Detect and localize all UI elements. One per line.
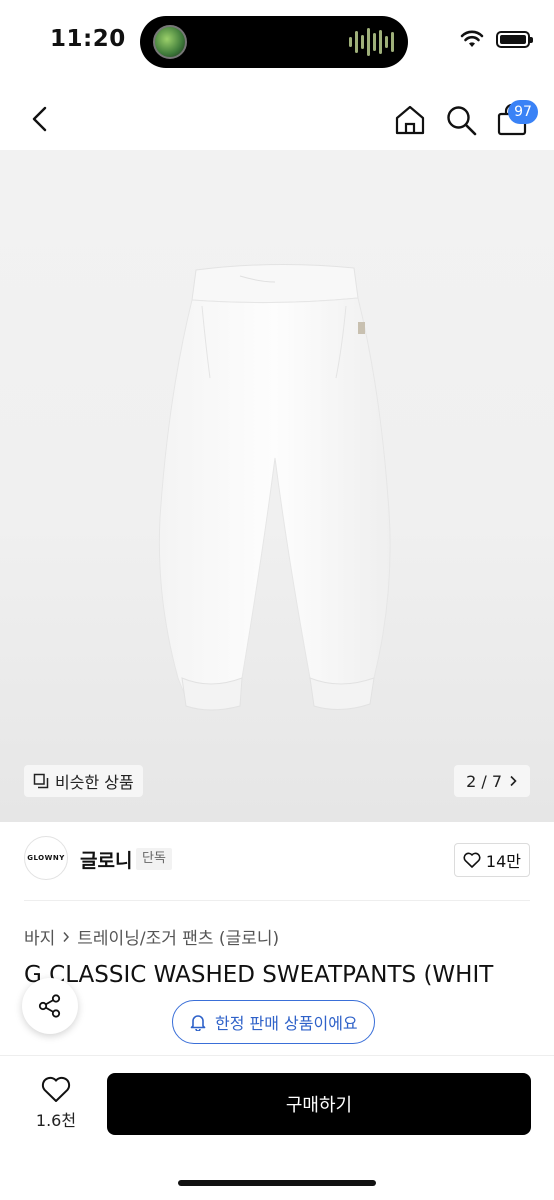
home-indicator: [178, 1180, 376, 1186]
dynamic-island[interactable]: [140, 16, 408, 68]
battery-icon: [496, 30, 533, 48]
copy-icon: [33, 773, 49, 789]
breadcrumb-category[interactable]: 바지: [24, 924, 55, 949]
limited-sale-notice[interactable]: 한정 판매 상품이에요: [172, 1000, 375, 1044]
product-image-carousel[interactable]: 비슷한 상품 2 / 7: [0, 150, 554, 822]
share-button[interactable]: [22, 978, 78, 1034]
now-playing-artwork: [153, 25, 187, 59]
bell-icon: [190, 1015, 206, 1031]
cart-count-badge: 97: [508, 100, 538, 124]
brand-logo-text: GLOWNY: [27, 854, 65, 862]
share-icon: [38, 994, 61, 1018]
limited-sale-label: 한정 판매 상품이에요: [215, 1014, 358, 1033]
heart-icon: [463, 852, 481, 868]
chevron-right-icon: [510, 775, 517, 787]
buy-button[interactable]: 구매하기: [107, 1073, 531, 1135]
similar-products-label: 비슷한 상품: [55, 773, 134, 792]
search-icon[interactable]: [443, 102, 479, 138]
wifi-icon: [460, 30, 484, 47]
brand-like-count: 14만: [485, 852, 521, 871]
product-title: G CLASSIC WASHED SWEATPANTS (WHIT: [24, 962, 494, 988]
wishlist-count: 1.6천: [35, 1111, 77, 1130]
audio-waveform-icon: [349, 27, 394, 57]
chevron-right-icon: [63, 931, 70, 942]
wishlist-button[interactable]: 1.6천: [24, 1076, 88, 1131]
brand-like-button[interactable]: 14만: [453, 843, 530, 877]
home-icon[interactable]: [392, 102, 428, 138]
similar-products-button[interactable]: 비슷한 상품: [24, 765, 143, 797]
brand-logo[interactable]: GLOWNY: [24, 836, 68, 880]
breadcrumb-subcategory[interactable]: 트레이닝/조거 팬츠 (글로니): [77, 924, 279, 949]
page-indicator-text: 2 / 7: [466, 771, 502, 791]
top-nav: [0, 90, 554, 150]
exclusive-tag: 단독: [136, 848, 172, 870]
status-bar: 11:20: [0, 0, 554, 84]
status-icons: [460, 30, 533, 48]
breadcrumb: 바지 트레이닝/조거 팬츠 (글로니): [24, 924, 279, 949]
back-arrow-icon[interactable]: [24, 102, 58, 136]
status-time: 11:20: [50, 26, 126, 52]
brand-name[interactable]: 글로니: [80, 846, 132, 873]
product-photo-sweatpants: [158, 263, 391, 711]
image-page-indicator[interactable]: 2 / 7: [454, 765, 530, 797]
heart-icon: [41, 1076, 71, 1102]
brand-row: GLOWNY 글로니 단독 14만: [0, 836, 554, 884]
bottom-purchase-bar: 1.6천 구매하기: [0, 1056, 554, 1200]
divider: [24, 900, 530, 901]
